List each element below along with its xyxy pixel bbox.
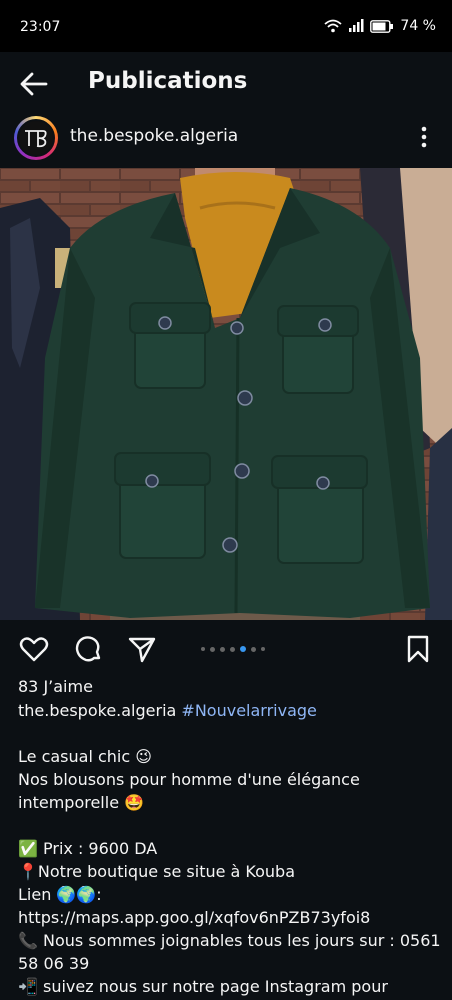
carousel-dot (230, 646, 235, 652)
jacket-photo-image (0, 168, 452, 620)
carousel-dot (201, 647, 205, 651)
caption-link[interactable]: https://maps.app.goo.gl/xqfov6nPZB73yfoi… (18, 906, 438, 929)
battery-icon (370, 19, 394, 33)
caption-line: 58 06 39 (18, 954, 90, 973)
bookmark-icon[interactable] (403, 634, 433, 664)
caption-username[interactable]: the.bespoke.algeria (18, 701, 176, 720)
status-bar: 23:07 74 % (0, 0, 452, 52)
caption-hashtag[interactable]: #Nouvelarrivage (181, 701, 316, 720)
caption-line (18, 814, 438, 837)
brand-logo-icon (25, 130, 47, 148)
carousel-dot-active (240, 646, 246, 652)
post-header: the.bespoke.algeria (0, 114, 452, 168)
comment-icon[interactable] (73, 634, 103, 664)
caption-line: Le casual chic 😉 (18, 747, 152, 766)
battery-level: 74 % (400, 18, 436, 34)
share-icon[interactable] (127, 634, 157, 664)
likes-count[interactable]: 83 J’aime (18, 677, 93, 696)
caption-line: ✅ Prix : 9600 DA (18, 839, 158, 858)
top-bar: Publications (0, 52, 452, 114)
post-photo[interactable] (0, 168, 452, 620)
wifi-icon (324, 19, 343, 33)
status-time: 23:07 (20, 19, 61, 35)
caption-line: Lien 🌍🌍: (18, 885, 102, 904)
post-username[interactable]: the.bespoke.algeria (70, 126, 238, 146)
caption-line: 📍Notre boutique se situe à Kouba (18, 862, 296, 881)
carousel-dot (210, 646, 215, 652)
caption-line: Nos blousons pour homme d'une élégance (18, 770, 360, 789)
carousel-dot (251, 646, 256, 652)
carousel-dot (220, 646, 225, 652)
back-arrow-icon[interactable] (18, 70, 50, 98)
post-actions (0, 620, 452, 676)
avatar[interactable] (14, 116, 58, 160)
caption-text: Le casual chic 😉 Nos blousons pour homme… (18, 745, 441, 998)
caption-header: the.bespoke.algeria #Nouvelarrivage (18, 701, 317, 720)
heart-icon[interactable] (19, 634, 49, 664)
caption-line: 📲 suivez nous sur notre page Instagram p… (18, 977, 388, 996)
caption-line: intemporelle 🤩 (18, 793, 145, 812)
caption-line: 📞 Nous sommes joignables tous les jours … (18, 931, 441, 950)
carousel-indicator (201, 646, 265, 652)
page-title: Publications (88, 68, 248, 94)
signal-icon (349, 19, 364, 32)
more-vertical-icon[interactable] (414, 122, 434, 152)
carousel-dot (261, 647, 265, 651)
status-icons: 74 % (324, 18, 436, 34)
